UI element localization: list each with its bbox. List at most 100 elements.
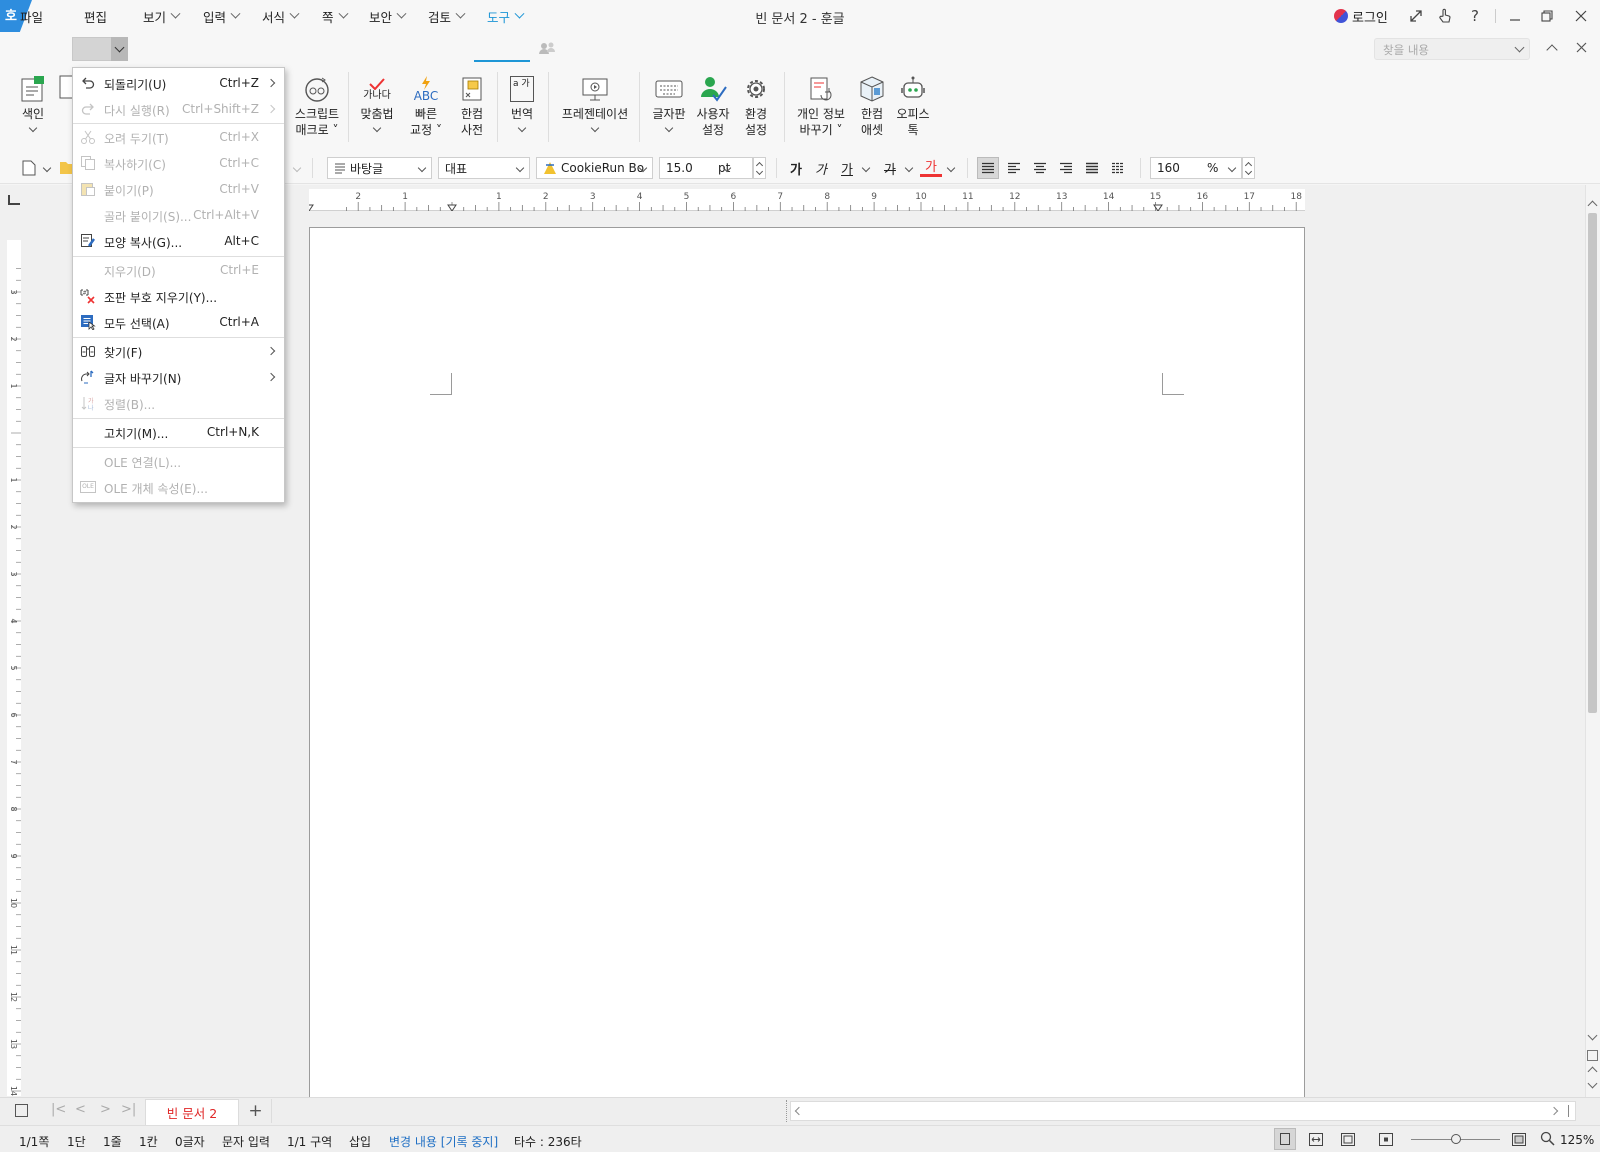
ribbon-quick-correct-button[interactable]: ABC 빠른 교정 ˅ [406,72,446,138]
align-left-icon[interactable] [1003,157,1025,179]
menu-item-redo[interactable]: 다시 실행(R) Ctrl+Shift+Z [73,97,284,121]
menu-tools[interactable]: 도구 [487,6,525,26]
page-view-icon[interactable] [15,1104,28,1117]
close-icon[interactable] [1568,4,1594,28]
collaboration-icon[interactable] [538,40,556,56]
align-center-icon[interactable] [1029,157,1051,179]
zoom-slider-handle[interactable] [1450,1134,1461,1144]
splitter-handle[interactable] [786,1100,788,1122]
italic-button[interactable]: 가 [810,157,832,179]
zoom-fit-icon[interactable] [1512,1133,1526,1146]
menu-item-ole-link[interactable]: OLE 연결(L)... [73,449,284,473]
menu-item-undo[interactable]: 되돌리기(U) Ctrl+Z [73,71,284,95]
ribbon-dictionary-button[interactable]: 한컴 사전 [454,72,490,138]
last-tab-icon[interactable]: >| [121,1102,136,1117]
menu-item-modify[interactable]: 고치기(M)... Ctrl+N,K [73,420,284,444]
menu-item-replace[interactable]: 글자 바꾸기(N) [73,365,284,389]
font-size-stepper[interactable] [753,157,766,179]
font-size-input[interactable]: 15.0 pt [659,157,753,179]
align-divide-icon[interactable] [1107,157,1129,179]
search-input[interactable]: 찾을 내용 [1374,38,1530,60]
new-document-icon[interactable] [18,157,40,179]
touch-mode-icon[interactable] [1432,4,1458,28]
menu-item-cut[interactable]: 오려 두기(T) Ctrl+X [73,125,284,149]
vertical-scroll-thumb[interactable] [1588,213,1597,713]
ribbon-index-button[interactable]: 색인 [15,72,51,133]
scroll-end-icon[interactable] [1568,1105,1569,1117]
ribbon-spellcheck-button[interactable]: 가나다 맞춤법 [357,72,397,133]
ribbon-user-settings-button[interactable]: 사용자 설정 [693,72,733,138]
ribbon-presentation-button[interactable]: 프레젠테이션 [559,72,631,133]
menu-file[interactable]: 파일 [20,6,43,26]
view-page-width-icon[interactable] [1309,1133,1323,1146]
ribbon-preferences-button[interactable]: 환경 설정 [736,72,776,138]
view-normal-icon[interactable] [1274,1128,1296,1150]
align-justify-icon[interactable] [977,157,999,179]
ruler-corner-icon[interactable] [8,195,20,205]
menu-item-select-all[interactable]: 모두 선택(A) Ctrl+A [73,310,284,334]
open-folder-icon[interactable] [60,160,72,174]
next-tab-icon[interactable]: > [100,1102,111,1117]
ribbon-privacy-button[interactable]: 개인 정보 바꾸기 ˅ [793,72,849,138]
view-full-page-icon[interactable] [1341,1133,1355,1146]
menu-item-format-painter[interactable]: 모양 복사(G)... Alt+C [73,229,284,253]
document-tab[interactable]: 빈 문서 2 [145,1099,239,1125]
scroll-left-icon[interactable] [794,1106,804,1116]
restore-icon[interactable] [1534,4,1560,28]
font-select[interactable]: CookieRun Bo [536,157,653,179]
menu-insert[interactable]: 입력 [203,6,241,26]
status-track-changes[interactable]: 변경 내용 [기록 중지] [389,1133,498,1150]
bold-button[interactable]: 가 [785,157,807,179]
menu-item-paste-special[interactable]: 골라 붙이기(S)... Ctrl+Alt+V [73,203,284,227]
close-menu-icon[interactable] [1576,42,1587,53]
font-color-button[interactable]: 가 [920,157,942,177]
menu-review[interactable]: 검토 [428,6,466,26]
vertical-ruler[interactable]: 3 2 1 1 2 3 4 5 6 7 8 9 10 11 12 13 14 [7,240,21,1096]
ribbon-script-macro-button[interactable]: 스크립트 매크로 ˅ [286,72,348,138]
menu-security[interactable]: 보안 [369,6,407,26]
add-tab-button[interactable]: + [240,1099,272,1123]
horizontal-ruler[interactable]: 2 1 1 2 3 4 5 6 7 8 9 10 11 12 13 14 15 16 17 18 [309,189,1305,211]
ribbon-translate-button[interactable]: a 가 번역 [504,72,540,133]
menu-format[interactable]: 서식 [262,6,300,26]
language-select[interactable]: 대표 [438,157,530,179]
status-page[interactable]: 1/1쪽 [19,1133,49,1150]
status-input-mode[interactable]: 문자 입력 [222,1133,270,1150]
zoom-level[interactable]: 125% [1560,1133,1594,1147]
underline-button[interactable]: 가 [836,157,858,179]
indent-marker[interactable] [447,204,457,211]
line-spacing-stepper[interactable] [1242,157,1255,179]
scroll-right-icon[interactable] [1549,1106,1559,1116]
ribbon-partial-button[interactable] [58,72,72,112]
align-distribute-icon[interactable] [1081,157,1103,179]
strikethrough-button[interactable]: 가 [879,157,901,179]
line-spacing-input[interactable]: 160% [1150,157,1242,179]
help-icon[interactable]: ? [1462,4,1488,28]
prev-tab-icon[interactable]: < [75,1102,86,1117]
menu-item-erase[interactable]: 지우기(D) Ctrl+E [73,258,284,282]
ribbon-hancom-asset-button[interactable]: 한컴 애셋 [853,72,891,138]
minimize-icon[interactable] [1502,4,1528,28]
menu-item-find[interactable]: 찾기(F) [73,339,284,363]
left-margin-marker[interactable] [309,204,314,211]
document-page[interactable] [309,227,1305,1097]
select-object-icon[interactable] [1587,1050,1598,1061]
horizontal-scrollbar[interactable] [790,1101,1576,1121]
first-tab-icon[interactable]: |< [51,1102,66,1117]
style-select[interactable]: 바탕글 [327,157,432,179]
menu-page[interactable]: 쪽 [322,6,348,26]
menu-item-paste[interactable]: 붙이기(P) Ctrl+V [73,177,284,201]
menu-item-sort[interactable]: 가나 정렬(B)... [73,391,284,415]
status-insert[interactable]: 삽입 [349,1133,371,1150]
menu-item-copy[interactable]: 복사하기(C) Ctrl+C [73,151,284,175]
menu-edit[interactable]: 편집 [84,6,107,26]
menu-item-clear-markup[interactable]: # 조판 부호 지우기(Y)... [73,284,284,308]
menu-view[interactable]: 보기 [143,6,181,26]
menu-item-ole-properties[interactable]: OLE OLE 개체 속성(E)... [73,475,284,499]
ribbon-office-talk-button[interactable]: 오피스 톡 [894,72,932,138]
fullscreen-icon[interactable] [1403,4,1429,28]
ribbon-keyboard-button[interactable]: 글자판 [649,72,689,133]
zoom-magnifier-icon[interactable] [1540,1131,1555,1146]
view-actual-size-icon[interactable] [1379,1133,1393,1146]
login-button[interactable]: 로그인 [1334,7,1388,26]
